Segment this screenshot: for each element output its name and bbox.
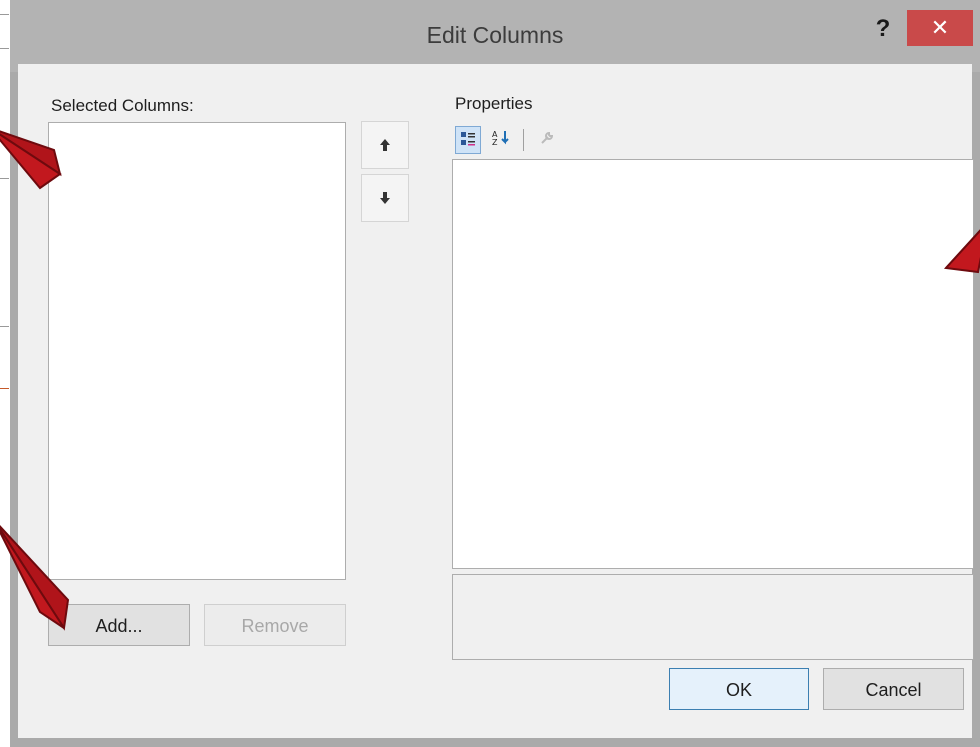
- alphabetical-icon: A Z: [492, 130, 509, 147]
- selected-columns-label: Selected Columns:: [51, 96, 194, 115]
- move-down-button[interactable]: [361, 174, 409, 222]
- categorized-icon: [461, 132, 475, 146]
- arrow-down-icon: [380, 192, 390, 205]
- cancel-button[interactable]: Cancel: [823, 668, 964, 710]
- close-button[interactable]: ✕: [907, 10, 973, 46]
- property-grid[interactable]: [452, 159, 974, 569]
- remove-button[interactable]: Remove: [204, 604, 346, 646]
- screenshot-stage: Edit Columns ? ✕ Selected Columns: Prope…: [0, 0, 980, 747]
- selected-columns-list[interactable]: [48, 122, 346, 580]
- toolbar-separator: [523, 129, 524, 151]
- dialog-client-area: Selected Columns: Properties A Z Add... …: [18, 64, 974, 738]
- wrench-icon: [541, 131, 554, 144]
- background-tick: [0, 48, 9, 49]
- alphabetical-button[interactable]: A Z: [489, 126, 513, 152]
- move-up-button[interactable]: [361, 121, 409, 169]
- svg-text:Z: Z: [492, 138, 498, 147]
- ok-button[interactable]: OK: [669, 668, 809, 710]
- title-bar[interactable]: Edit Columns ? ✕: [10, 0, 980, 72]
- background-tick: [0, 14, 9, 15]
- property-description-pane: [452, 574, 974, 660]
- property-pages-button[interactable]: [535, 126, 559, 152]
- help-button[interactable]: ?: [865, 12, 901, 46]
- background-tick: [0, 388, 9, 389]
- background-tick: [0, 326, 9, 327]
- arrow-up-icon: [380, 139, 390, 152]
- properties-label: Properties: [455, 94, 533, 113]
- properties-toolbar: A Z: [455, 124, 575, 156]
- edit-columns-dialog: Edit Columns ? ✕ Selected Columns: Prope…: [10, 0, 980, 747]
- add-button[interactable]: Add...: [48, 604, 190, 646]
- background-tick: [0, 178, 9, 179]
- dialog-title: Edit Columns: [426, 22, 564, 48]
- categorized-button[interactable]: [455, 126, 481, 154]
